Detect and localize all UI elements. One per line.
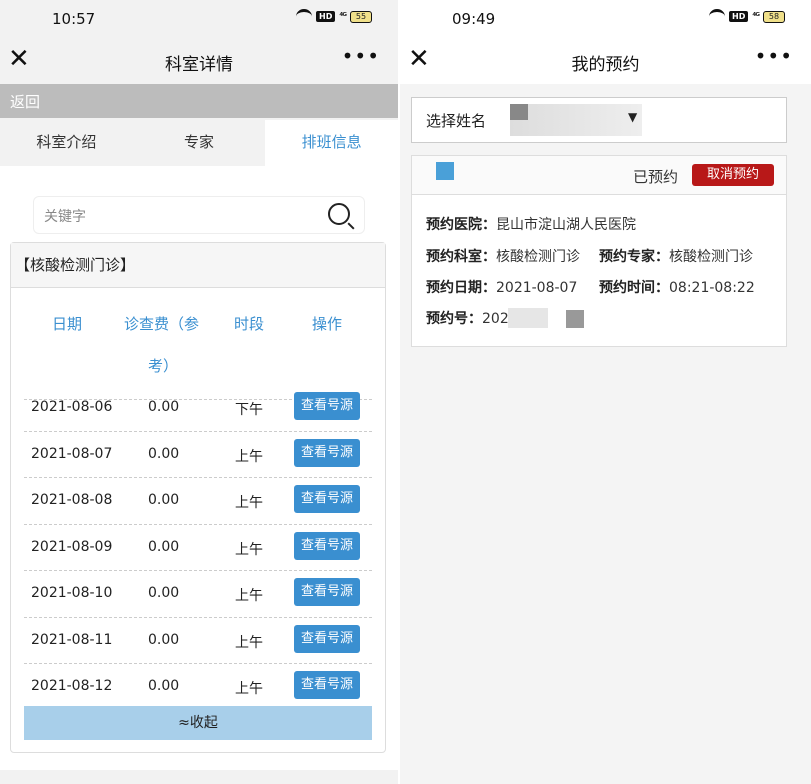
wifi-icon xyxy=(296,9,313,24)
battery-icon: 55 xyxy=(350,10,372,23)
dept-label: 预约科室： xyxy=(426,249,496,265)
row-period: 上午 xyxy=(235,588,263,604)
page-title: 我的预约 xyxy=(571,55,640,75)
view-slots-button[interactable]: 查看号源 xyxy=(294,671,360,699)
time-value: 08:21-08:22 xyxy=(669,280,755,296)
collapse-button[interactable]: ≈收起 xyxy=(24,706,372,740)
row-date: 2021-08-12 xyxy=(31,678,113,694)
search-input[interactable]: 关键字 xyxy=(44,206,86,226)
tab-schedule[interactable]: 排班信息 xyxy=(265,120,398,166)
header-date: 日期 xyxy=(52,315,83,333)
row-fee: 0.00 xyxy=(148,538,180,555)
nav-bar: ✕ 科室详情 ••• xyxy=(0,40,398,82)
name-select[interactable]: 选择姓名 ▼ xyxy=(411,97,787,143)
redacted-avatar xyxy=(436,162,454,180)
more-icon[interactable]: ••• xyxy=(755,44,793,68)
hospital-label: 预约医院： xyxy=(426,217,496,233)
redacted-name xyxy=(510,104,642,136)
header-period: 时段 xyxy=(234,315,265,333)
tab-dept-intro[interactable]: 科室介绍 xyxy=(0,120,133,166)
hd-icon: HD xyxy=(729,11,749,22)
header-fee: 诊查费（参 xyxy=(124,315,200,333)
page-title: 科室详情 xyxy=(165,55,233,75)
row-period: 上午 xyxy=(235,634,263,651)
row-fee: 0.00 xyxy=(148,492,180,508)
schedule-screen: 10:57 HD ⁴ᴳ 55 ✕ 科室详情 ••• 返回 科室介绍 专家 排班信… xyxy=(0,0,398,784)
table-row: 2021-08-10 0.00 上午 查看号源 xyxy=(24,571,372,618)
tab-bar: 科室介绍 专家 排班信息 xyxy=(0,120,398,166)
row-fee: 0.00 xyxy=(148,631,180,648)
row-date: 2021-08-09 xyxy=(31,538,113,555)
chevron-down-icon[interactable]: ▼ xyxy=(628,110,637,124)
wifi-icon xyxy=(709,9,726,24)
view-slots-button[interactable]: 查看号源 xyxy=(294,438,360,467)
more-icon[interactable]: ••• xyxy=(342,44,380,68)
expert-label: 预约专家： xyxy=(599,249,669,265)
hospital-value: 昆山市淀山湖人民医院 xyxy=(496,217,636,233)
table-row: 2021-08-11 0.00 上午 查看号源 xyxy=(24,618,372,664)
row-date: 2021-08-10 xyxy=(31,585,113,601)
date-value: 2021-08-07 xyxy=(496,280,578,296)
tab-experts[interactable]: 专家 xyxy=(133,120,266,166)
my-appointments-screen: 09:49 HD ⁴ᴳ 58 ✕ 我的预约 ••• 选择姓名 ▼ 已预约 取消预… xyxy=(400,0,811,784)
status-bar: 09:49 HD ⁴ᴳ 58 xyxy=(400,0,811,40)
view-slots-button[interactable]: 查看号源 xyxy=(294,578,360,606)
status-badge: 已预约 xyxy=(632,168,678,186)
row-date: 2021-08-06 xyxy=(31,399,113,415)
expert-value: 核酸检测门诊 xyxy=(669,249,753,265)
row-period: 上午 xyxy=(235,681,263,697)
number-label: 预约号： xyxy=(426,311,482,327)
view-slots-button[interactable]: 查看号源 xyxy=(294,531,360,560)
header-action: 操作 xyxy=(312,315,343,333)
nav-bar: ✕ 我的预约 ••• xyxy=(400,40,811,82)
row-period: 上午 xyxy=(235,541,263,558)
time-label: 预约时间： xyxy=(599,280,669,296)
status-time: 09:49 xyxy=(452,10,496,28)
cancel-appointment-button[interactable]: 取消预约 xyxy=(692,164,774,186)
back-link[interactable]: 返回 xyxy=(10,91,40,112)
table-row: 2021-08-06 0.00 下午 查看号源 xyxy=(24,385,372,432)
hd-icon: HD xyxy=(316,11,336,22)
row-date: 2021-08-07 xyxy=(31,445,113,462)
row-fee: 0.00 xyxy=(148,585,180,601)
redacted-number-mark xyxy=(566,310,584,328)
status-bar: 10:57 HD ⁴ᴳ 55 xyxy=(0,0,398,40)
table-row: 2021-08-09 0.00 上午 查看号源 xyxy=(24,525,372,571)
date-label: 预约日期： xyxy=(426,280,496,296)
row-fee: 0.00 xyxy=(148,445,180,462)
dept-card: 【核酸检测门诊】 日期 诊查费（参 考） 时段 操作 2021-08-06 0.0… xyxy=(10,242,386,753)
row-period: 上午 xyxy=(235,448,263,465)
table-row: 2021-08-12 0.00 上午 查看号源 xyxy=(24,664,372,710)
header-fee-cont: 考） xyxy=(148,357,179,375)
row-date: 2021-08-08 xyxy=(31,492,113,508)
dept-title: 【核酸检测门诊】 xyxy=(11,243,385,288)
view-slots-button[interactable]: 查看号源 xyxy=(294,485,360,513)
row-period: 下午 xyxy=(235,402,263,418)
view-slots-button[interactable]: 查看号源 xyxy=(294,624,360,653)
schedule-rows: 2021-08-06 0.00 下午 查看号源 2021-08-07 0.00 上午 查看号… xyxy=(24,385,372,710)
redacted-mark xyxy=(510,104,528,120)
back-bar: 返回 xyxy=(0,84,398,118)
status-time: 10:57 xyxy=(52,10,96,28)
row-date: 2021-08-11 xyxy=(31,631,113,648)
dept-value: 核酸检测门诊 xyxy=(496,249,580,265)
redacted-number xyxy=(508,308,548,328)
table-row: 2021-08-07 0.00 上午 查看号源 xyxy=(24,432,372,478)
battery-icon: 58 xyxy=(763,10,785,23)
appointment-card: 已预约 取消预约 预约医院：昆山市淀山湖人民医院 预约科室：核酸检测门诊 预约专… xyxy=(411,155,787,347)
signal-icon: ⁴ᴳ xyxy=(339,11,347,22)
row-period: 上午 xyxy=(235,495,263,511)
table-row: 2021-08-08 0.00 上午 查看号源 xyxy=(24,478,372,525)
row-fee: 0.00 xyxy=(148,678,180,694)
select-label: 选择姓名 xyxy=(426,112,487,130)
view-slots-button[interactable]: 查看号源 xyxy=(294,392,360,420)
schedule-content: 关键字 【核酸检测门诊】 日期 诊查费（参 考） 时段 操作 2021-08-0… xyxy=(0,166,398,770)
search-icon[interactable] xyxy=(328,203,350,225)
signal-icon: ⁴ᴳ xyxy=(752,11,760,22)
row-fee: 0.00 xyxy=(148,399,180,415)
search-box[interactable]: 关键字 xyxy=(33,196,365,234)
